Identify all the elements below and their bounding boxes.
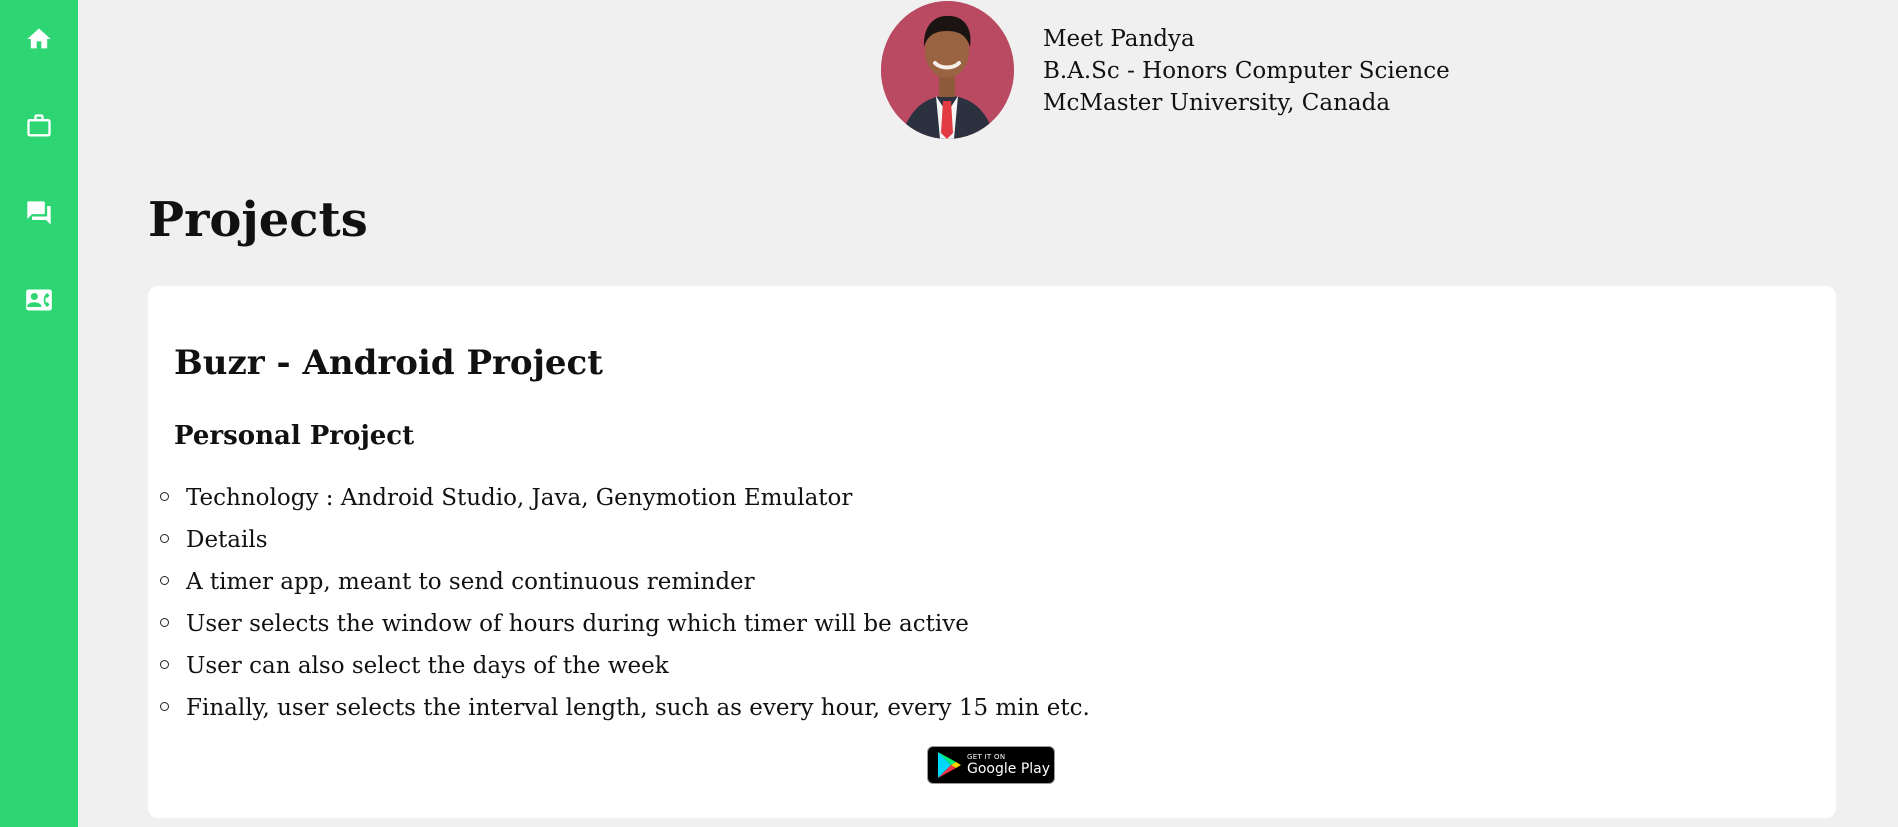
bullet-icon — [160, 534, 169, 543]
project-subtitle: Personal Project — [174, 421, 415, 451]
detail-text: Technology : Android Studio, Java, Genym… — [186, 485, 853, 511]
profile-degree: B.A.Sc - Honors Computer Science — [1043, 58, 1450, 84]
google-play-text: GET IT ON Google Play — [967, 753, 1051, 777]
project-details-list: Technology : Android Studio, Java, Genym… — [160, 482, 1090, 734]
project-title: Buzr - Android Project — [174, 343, 603, 383]
badge-small-text: GET IT ON — [967, 753, 1006, 761]
detail-text: Details — [186, 527, 268, 553]
nav-home-button[interactable] — [0, 9, 78, 69]
nav-projects-button[interactable] — [0, 96, 78, 156]
google-play-icon — [938, 752, 961, 778]
bullet-icon — [160, 702, 169, 711]
detail-text: Finally, user selects the interval lengt… — [186, 695, 1090, 721]
avatar — [881, 1, 1014, 139]
badge-big-text: Google Play — [967, 761, 1051, 777]
google-play-button[interactable]: GET IT ON Google Play — [927, 746, 1055, 784]
chat-icon — [27, 201, 51, 225]
detail-text: User can also select the days of the wee… — [186, 653, 669, 679]
list-item: User selects the window of hours during … — [160, 608, 1090, 650]
profile-photo — [881, 1, 1014, 139]
list-item: Details — [160, 524, 1090, 566]
page-title: Projects — [148, 192, 368, 248]
bullet-icon — [160, 576, 169, 585]
profile-name: Meet Pandya — [1043, 26, 1195, 52]
profile-info: Meet Pandya B.A.Sc - Honors Computer Sci… — [1043, 21, 1450, 119]
briefcase-icon — [27, 114, 51, 137]
nav-chat-button[interactable] — [0, 183, 78, 243]
list-item: Technology : Android Studio, Java, Genym… — [160, 482, 1090, 524]
list-item: User can also select the days of the wee… — [160, 650, 1090, 692]
nav-contact-button[interactable] — [0, 270, 78, 330]
list-item: Finally, user selects the interval lengt… — [160, 692, 1090, 734]
profile-university: McMaster University, Canada — [1043, 90, 1391, 116]
detail-text: A timer app, meant to send continuous re… — [186, 569, 755, 595]
contact-card-icon — [26, 289, 52, 311]
bullet-icon — [160, 618, 169, 627]
list-item: A timer app, meant to send continuous re… — [160, 566, 1090, 608]
project-card: Buzr - Android Project Personal Project … — [148, 286, 1836, 818]
home-icon — [27, 28, 51, 49]
bullet-icon — [160, 660, 169, 669]
detail-text: User selects the window of hours during … — [186, 611, 969, 637]
sidebar — [0, 0, 78, 827]
profile-header: Meet Pandya B.A.Sc - Honors Computer Sci… — [881, 0, 1450, 140]
bullet-icon — [160, 492, 169, 501]
